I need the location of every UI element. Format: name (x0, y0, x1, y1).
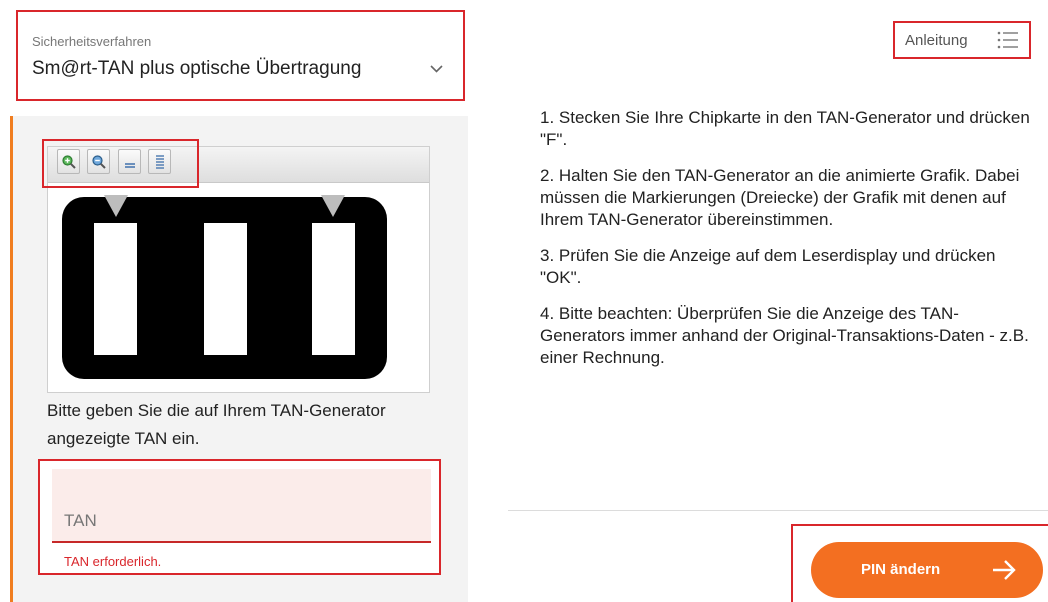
zoom-in-icon (62, 155, 76, 169)
tan-error-message: TAN erforderlich. (64, 554, 162, 569)
pin-button-highlight: PIN ändern (791, 524, 1048, 602)
instructions-list: 1. Stecken Sie Ihre Chipkarte in den TAN… (540, 107, 1030, 383)
marker-triangle-left (104, 195, 128, 217)
arrow-right-icon (993, 560, 1016, 580)
tan-field-group: TAN erforderlich. (38, 459, 441, 575)
divider (508, 510, 1048, 511)
tan-instruction-text: Bitte geben Sie die auf Ihrem TAN-Genera… (47, 401, 386, 448)
left-panel: Sicherheitsverfahren Sm@rt-TAN plus opti… (0, 0, 470, 602)
chevron-down-icon (430, 65, 443, 73)
guide-button[interactable]: Anleitung (893, 21, 1031, 59)
instruction-step: 4. Bitte beachten: Überprüfen Sie die An… (540, 304, 1029, 367)
list-icon (997, 31, 1018, 49)
zoom-in-button[interactable] (57, 149, 80, 174)
tan-input[interactable] (52, 469, 431, 543)
zoom-out-icon (92, 155, 107, 169)
security-method-value: Sm@rt-TAN plus optische Übertragung (32, 58, 362, 79)
faster-icon (156, 155, 165, 169)
slower-icon (124, 163, 135, 168)
flicker-code-viewer (42, 139, 430, 393)
faster-button[interactable] (148, 149, 172, 174)
security-method-select[interactable]: Sicherheitsverfahren Sm@rt-TAN plus opti… (16, 10, 465, 101)
flicker-bar (94, 223, 137, 355)
security-method-label: Sicherheitsverfahren (32, 34, 152, 49)
instruction-step: 1. Stecken Sie Ihre Chipkarte in den TAN… (540, 108, 1030, 149)
guide-label: Anleitung (905, 32, 968, 49)
marker-triangle-right (321, 195, 345, 217)
flicker-code-graphic (62, 195, 387, 379)
viewer-tools-group (42, 139, 199, 188)
change-pin-button[interactable]: PIN ändern (811, 542, 1043, 598)
zoom-out-button[interactable] (87, 149, 111, 174)
change-pin-label: PIN ändern (861, 561, 941, 578)
instruction-step: 2. Halten Sie den TAN-Generator an die a… (540, 166, 1020, 229)
slower-button[interactable] (117, 149, 141, 174)
flicker-bar (312, 223, 355, 355)
flicker-bar (204, 223, 247, 355)
instruction-step: 3. Prüfen Sie die Anzeige auf dem Leserd… (540, 246, 996, 287)
